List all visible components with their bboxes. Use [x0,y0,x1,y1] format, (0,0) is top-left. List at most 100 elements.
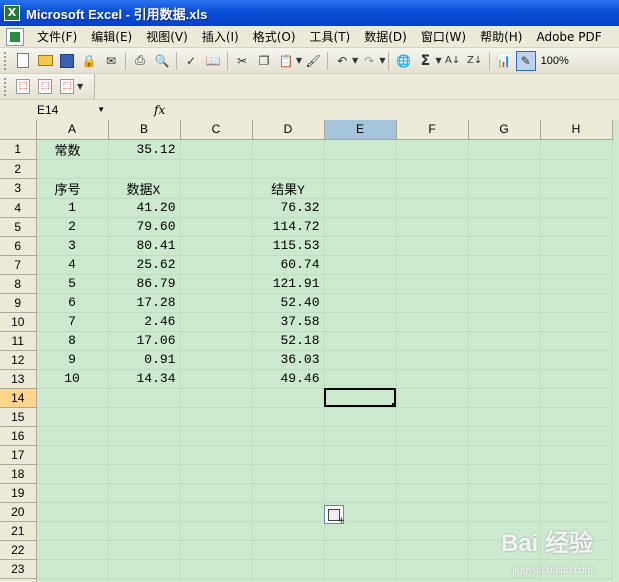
print-preview-button[interactable]: 🔍 [152,51,172,71]
row-header[interactable]: 12 [0,350,37,370]
cell-d10[interactable]: 37.58 [252,312,325,332]
fill-handle[interactable] [391,402,395,406]
cell-a7[interactable]: 4 [36,255,109,275]
cell-d17[interactable] [252,445,325,465]
cell-b19[interactable] [108,483,181,503]
cell-d22[interactable] [252,540,325,560]
cell-g11[interactable] [468,331,541,351]
cell-a16[interactable] [36,426,109,446]
row-header[interactable]: 22 [0,540,37,560]
zoom-level[interactable]: 100% [541,55,569,67]
cell-c16[interactable] [180,426,253,446]
cell-a4[interactable]: 1 [36,198,109,218]
cell-e5[interactable] [324,217,397,237]
cell-a5[interactable]: 2 [36,217,109,237]
redo-dropdown-icon[interactable]: ▼ [379,56,385,65]
research-button[interactable]: 📖 [203,51,223,71]
cell-h14[interactable] [540,388,613,408]
cell-e19[interactable] [324,483,397,503]
cell-g9[interactable] [468,293,541,313]
cell-d7[interactable]: 60.74 [252,255,325,275]
cell-e23[interactable] [324,559,397,579]
cell-b11[interactable]: 17.06 [108,331,181,351]
copy-button[interactable]: ❐ [254,51,274,71]
cell-c17[interactable] [180,445,253,465]
cell-c21[interactable] [180,521,253,541]
cell-h15[interactable] [540,407,613,427]
workbook-icon[interactable] [6,27,24,46]
cell-g16[interactable] [468,426,541,446]
cell-g13[interactable] [468,369,541,389]
cell-f22[interactable] [396,540,469,560]
select-all-corner[interactable] [0,120,37,140]
cell-c19[interactable] [180,483,253,503]
name-box-dropdown-icon[interactable]: ▼ [97,102,105,118]
column-header-c[interactable]: C [180,120,253,140]
cell-d11[interactable]: 52.18 [252,331,325,351]
cell-c9[interactable] [180,293,253,313]
row-header[interactable]: 7 [0,255,37,275]
cell-d4[interactable]: 76.32 [252,198,325,218]
cell-b12[interactable]: 0.91 [108,350,181,370]
cell-d13[interactable]: 49.46 [252,369,325,389]
cell-a1[interactable]: 常数 [36,139,109,160]
cell-e6[interactable] [324,236,397,256]
name-box[interactable]: E14 ▼ [0,101,112,119]
cell-h6[interactable] [540,236,613,256]
cell-e10[interactable] [324,312,397,332]
column-header-d[interactable]: D [252,120,325,140]
cell-a8[interactable]: 5 [36,274,109,294]
insert-function-icon[interactable]: fx [154,103,165,117]
menu-adobe-pdf[interactable]: Adobe PDF [529,30,608,44]
cell-e16[interactable] [324,426,397,446]
cell-b15[interactable] [108,407,181,427]
menu-format[interactable]: 格式(O) [246,28,303,45]
cell-b14[interactable] [108,388,181,408]
cell-f17[interactable] [396,445,469,465]
cell-f6[interactable] [396,236,469,256]
paste-options-button[interactable] [324,505,345,526]
cell-c12[interactable] [180,350,253,370]
cell-f18[interactable] [396,464,469,484]
cell-a13[interactable]: 10 [36,369,109,389]
cell-f24[interactable] [396,578,469,582]
cell-d3[interactable]: 结果Y [252,178,325,199]
cell-g10[interactable] [468,312,541,332]
cell-a23[interactable] [36,559,109,579]
cell-d8[interactable]: 121.91 [252,274,325,294]
cell-c3[interactable] [180,178,253,199]
cell-f21[interactable] [396,521,469,541]
cell-c22[interactable] [180,540,253,560]
cell-a6[interactable]: 3 [36,236,109,256]
menu-help[interactable]: 帮助(H) [473,28,529,45]
cell-b13[interactable]: 14.34 [108,369,181,389]
sort-descending-button[interactable]: Z↓ [465,51,485,71]
row-header[interactable]: 23 [0,559,37,579]
cell-c2[interactable] [180,159,253,179]
cell-a2[interactable] [36,159,109,179]
cell-c10[interactable] [180,312,253,332]
cell-c15[interactable] [180,407,253,427]
cell-f20[interactable] [396,502,469,522]
undo-dropdown-icon[interactable]: ▼ [352,56,358,65]
hyperlink-button[interactable]: 🌐 [393,51,413,71]
cell-a19[interactable] [36,483,109,503]
cell-a15[interactable] [36,407,109,427]
cell-f9[interactable] [396,293,469,313]
cell-b23[interactable] [108,559,181,579]
cell-d5[interactable]: 114.72 [252,217,325,237]
cell-e17[interactable] [324,445,397,465]
cell-c24[interactable] [180,578,253,582]
cell-a21[interactable] [36,521,109,541]
cell-h9[interactable] [540,293,613,313]
cell-f1[interactable] [396,139,469,160]
cell-h1[interactable] [540,139,613,160]
cell-d9[interactable]: 52.40 [252,293,325,313]
cell-g14[interactable] [468,388,541,408]
cell-d14[interactable] [252,388,325,408]
row-header[interactable]: 1 [0,139,37,160]
cell-b21[interactable] [108,521,181,541]
cell-f8[interactable] [396,274,469,294]
cell-b9[interactable]: 17.28 [108,293,181,313]
cell-c1[interactable] [180,139,253,160]
